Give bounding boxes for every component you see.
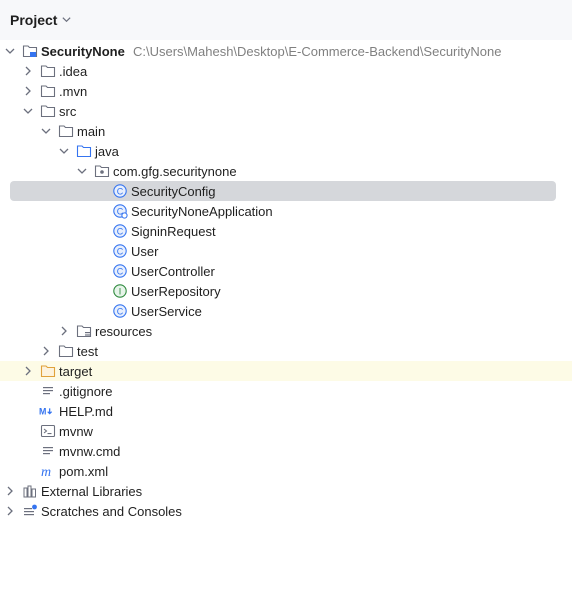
- tree-item-label: test: [77, 344, 98, 359]
- tree-item-mvnw[interactable]: mvnw: [0, 421, 572, 441]
- svg-text:C: C: [117, 306, 124, 316]
- interface-icon: I: [113, 284, 127, 298]
- tree-item-target[interactable]: target: [0, 361, 572, 381]
- tree-item-gitignore[interactable]: .gitignore: [0, 381, 572, 401]
- panel-title[interactable]: Project: [10, 12, 57, 28]
- tree-item-label: HELP.md: [59, 404, 113, 419]
- folder-icon: [58, 345, 74, 358]
- tree-item-label: mvnw: [59, 424, 93, 439]
- tree-item-external-libraries[interactable]: External Libraries: [0, 481, 572, 501]
- tree-item-label: target: [59, 364, 93, 379]
- tree-item-resources[interactable]: resources: [0, 321, 572, 341]
- tree-item-security-none-application[interactable]: C SecurityNoneApplication: [0, 201, 572, 221]
- resources-folder-icon: [76, 325, 92, 338]
- tree-item-root[interactable]: SecurityNone C:\Users\Mahesh\Desktop\E-C…: [0, 41, 572, 61]
- tree-item-user-repository[interactable]: I UserRepository: [0, 281, 572, 301]
- tree-item-label: mvnw.cmd: [59, 444, 121, 459]
- chevron-down-icon[interactable]: [40, 125, 52, 137]
- excluded-folder-icon: [40, 365, 56, 378]
- tree-item-test[interactable]: test: [0, 341, 572, 361]
- chevron-down-icon[interactable]: [76, 165, 88, 177]
- shell-script-icon: [40, 424, 56, 438]
- tree-item-idea[interactable]: .idea: [0, 61, 572, 81]
- tree-item-mvnw-cmd[interactable]: mvnw.cmd: [0, 441, 572, 461]
- spring-boot-class-icon: C: [113, 204, 128, 219]
- library-icon: [23, 485, 36, 498]
- maven-icon: m: [41, 465, 51, 479]
- chevron-right-icon[interactable]: [22, 65, 34, 77]
- tree-item-label: User: [131, 244, 159, 259]
- folder-icon: [40, 65, 56, 78]
- svg-text:C: C: [117, 186, 124, 196]
- package-icon: [94, 165, 110, 178]
- svg-text:C: C: [117, 246, 124, 256]
- tool-window-header: Project: [0, 0, 572, 40]
- chevron-down-icon[interactable]: [22, 105, 34, 117]
- folder-icon: [58, 125, 74, 138]
- tree-item-help-md[interactable]: M HELP.md: [0, 401, 572, 421]
- tree-item-label: .gitignore: [59, 384, 113, 399]
- source-folder-icon: [76, 145, 92, 158]
- markdown-icon: M: [39, 407, 53, 417]
- svg-text:C: C: [117, 226, 124, 236]
- tree-item-label: External Libraries: [41, 484, 143, 499]
- tree-item-label: UserRepository: [131, 284, 221, 299]
- chevron-down-icon[interactable]: [58, 145, 70, 157]
- tree-item-src[interactable]: src: [0, 101, 572, 121]
- tree-item-pom-xml[interactable]: m pom.xml: [0, 461, 572, 481]
- class-icon: C: [113, 304, 127, 318]
- text-file-icon: [43, 387, 53, 395]
- tree-item-label: SecurityConfig: [131, 184, 216, 199]
- tree-item-label: SecurityNoneApplication: [131, 204, 273, 219]
- tree-item-main[interactable]: main: [0, 121, 572, 141]
- tree-item-signin-request[interactable]: C SigninRequest: [0, 221, 572, 241]
- tree-item-mvn[interactable]: .mvn: [0, 81, 572, 101]
- class-icon: C: [113, 264, 127, 278]
- tree-item-label: UserController: [131, 264, 215, 279]
- class-icon: C: [113, 244, 127, 258]
- chevron-right-icon[interactable]: [4, 485, 16, 497]
- text-file-icon: [43, 447, 53, 455]
- tree-item-label: Scratches and Consoles: [41, 504, 182, 519]
- chevron-down-icon[interactable]: [4, 45, 16, 57]
- tree-item-label: pom.xml: [59, 464, 109, 479]
- tree-item-label: com.gfg.securitynone: [113, 164, 237, 179]
- tree-item-user-service[interactable]: C UserService: [0, 301, 572, 321]
- scratches-icon: [24, 504, 37, 516]
- tree-item-label: main: [77, 124, 106, 139]
- tree-item-label: resources: [95, 324, 153, 339]
- chevron-right-icon[interactable]: [22, 85, 34, 97]
- tree-item-label: java: [95, 144, 119, 159]
- tree-item-scratches[interactable]: Scratches and Consoles: [0, 501, 572, 521]
- class-icon: C: [113, 184, 127, 198]
- tree-item-label: SecurityNone: [41, 44, 125, 59]
- svg-text:M: M: [39, 407, 46, 417]
- tree-item-label: src: [59, 104, 77, 119]
- chevron-right-icon[interactable]: [22, 365, 34, 377]
- tree-item-label: .mvn: [59, 84, 88, 99]
- tree-item-label: .idea: [59, 64, 88, 79]
- tree-item-java[interactable]: java: [0, 141, 572, 161]
- svg-text:m: m: [41, 465, 51, 479]
- class-icon: C: [113, 224, 127, 238]
- tree-item-package[interactable]: com.gfg.securitynone: [0, 161, 572, 181]
- chevron-right-icon[interactable]: [40, 345, 52, 357]
- svg-text:C: C: [117, 266, 124, 276]
- chevron-right-icon[interactable]: [4, 505, 16, 517]
- svg-text:I: I: [119, 286, 122, 296]
- tree-item-security-config[interactable]: C SecurityConfig: [0, 181, 572, 201]
- folder-icon: [40, 85, 56, 98]
- tree-item-label: UserService: [131, 304, 202, 319]
- folder-icon: [40, 105, 56, 118]
- tree-item-label: SigninRequest: [131, 224, 216, 239]
- chevron-right-icon[interactable]: [58, 325, 70, 337]
- tree-item-user[interactable]: C User: [0, 241, 572, 261]
- chevron-down-icon[interactable]: [61, 14, 72, 25]
- module-folder-icon: [22, 45, 38, 58]
- project-path: C:\Users\Mahesh\Desktop\E-Commerce-Backe…: [133, 44, 502, 59]
- tree-item-user-controller[interactable]: C UserController: [0, 261, 572, 281]
